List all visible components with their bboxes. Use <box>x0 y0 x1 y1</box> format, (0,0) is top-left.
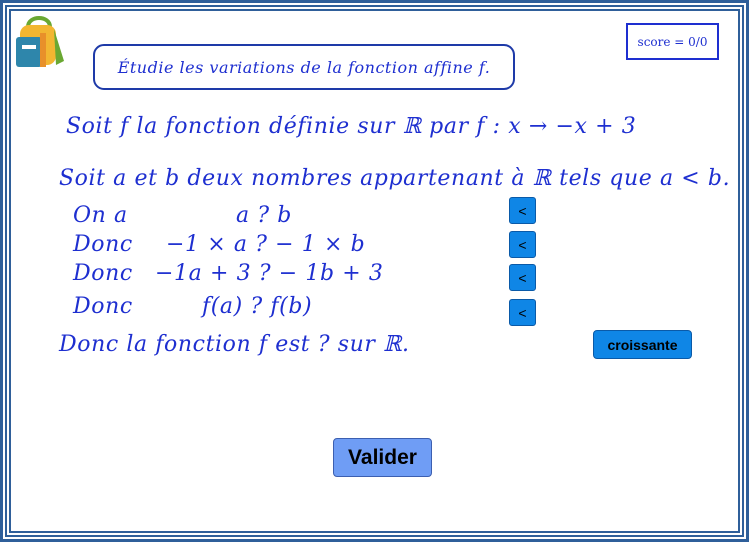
conclusion-text: Donc la fonction f est ? sur ℝ. <box>59 332 410 357</box>
step-3-comparison-button[interactable]: < <box>509 264 536 291</box>
step-2-lead: Donc <box>73 232 133 257</box>
step-3-lead: Donc <box>73 261 133 286</box>
step-2-comparison-button[interactable]: < <box>509 231 536 258</box>
validate-button[interactable]: Valider <box>333 438 432 477</box>
step-3-expression: −1a + 3 ? − 1b + 3 <box>155 261 384 286</box>
step-4-comparison-button[interactable]: < <box>509 299 536 326</box>
variation-choice-button[interactable]: croissante <box>593 330 692 359</box>
backpack-icon <box>16 16 64 67</box>
score-display: score = 0/0 <box>626 23 719 60</box>
hypothesis-text: Soit a et b deux nombres appartenant à ℝ… <box>59 166 731 191</box>
step-4-lead: Donc <box>73 294 133 319</box>
step-2-expression: −1 × a ? − 1 × b <box>166 232 366 257</box>
function-definition: Soit f la fonction définie sur ℝ par f :… <box>66 114 637 139</box>
step-4-expression: f(a) ? f(b) <box>202 294 313 319</box>
step-1-comparison-button[interactable]: < <box>509 197 536 224</box>
step-1-lead: On a <box>73 203 128 228</box>
step-1-expression: a ? b <box>236 203 292 228</box>
instruction-box: Étudie les variations de la fonction aff… <box>93 44 515 90</box>
